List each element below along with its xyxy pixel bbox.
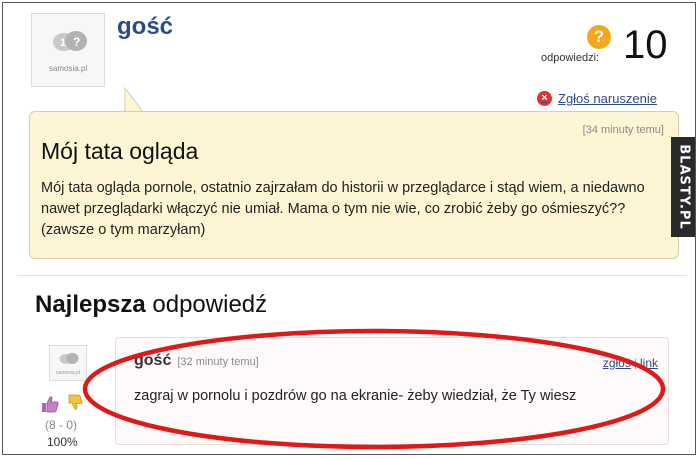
watermark-text: BLASTY.PL [676, 144, 692, 230]
vote-percent: 100% [47, 435, 78, 449]
answer-report-link[interactable]: zgłoś [603, 356, 631, 370]
answer-links: zgłoś | link [603, 356, 658, 370]
answer-box: gość [32 minuty temu] zgłoś | link zagraj … [115, 337, 669, 445]
thumb-down-icon[interactable] [67, 393, 83, 411]
speech-bubble-tail [124, 86, 145, 114]
link-separator: | [633, 356, 637, 370]
thumb-up-icon[interactable] [41, 395, 59, 413]
answer-avatar[interactable]: samosia.pl [49, 345, 87, 381]
question-time: [34 minuty temu] [582, 124, 664, 136]
answer-header: gość [32 minuty temu] [134, 352, 259, 370]
best-answer-heading: Najlepsza odpowiedź [35, 291, 267, 319]
avatar-brand: samosia.pl [56, 370, 80, 376]
answer-author[interactable]: gość [134, 352, 171, 370]
avatar-placeholder-icon: 1 ? [53, 31, 87, 51]
watermark: BLASTY.PL [671, 137, 695, 237]
report-label: Zgłoś naruszenie [558, 91, 657, 106]
question-author[interactable]: gość [117, 13, 173, 41]
answer-time: [32 minuty temu] [177, 356, 259, 368]
answer-permalink[interactable]: link [640, 356, 658, 370]
question-body: Mój tata ogląda pornole, ostatnio zajrza… [41, 180, 645, 238]
answers-count: 10 [623, 23, 668, 67]
svg-text:?: ? [73, 35, 80, 49]
vote-count: (8 - 0) [45, 418, 78, 432]
screenshot-frame: 1 ? samosia.pl gość ? odpowiedzi: 10 × Z… [2, 2, 696, 455]
report-icon: × [537, 91, 552, 106]
question-mark-icon: ? [587, 25, 611, 49]
avatar-placeholder-icon [59, 352, 79, 364]
avatar[interactable]: 1 ? samosia.pl [31, 13, 105, 87]
divider [17, 275, 687, 276]
answers-label: odpowiedzi: [541, 52, 600, 64]
svg-text:1: 1 [60, 37, 66, 49]
best-answer-heading-rest: odpowiedź [152, 291, 268, 318]
report-link[interactable]: × Zgłoś naruszenie [537, 91, 657, 106]
question-title: Mój tata ogląda [41, 138, 199, 164]
answer-body: zagraj w pornolu i pozdrów go na ekranie… [134, 388, 577, 404]
question-box: [34 minuty temu] Mój tata ogląda Mój tat… [29, 111, 679, 259]
avatar-brand: samosia.pl [48, 64, 88, 73]
best-answer-heading-bold: Najlepsza [35, 291, 146, 318]
